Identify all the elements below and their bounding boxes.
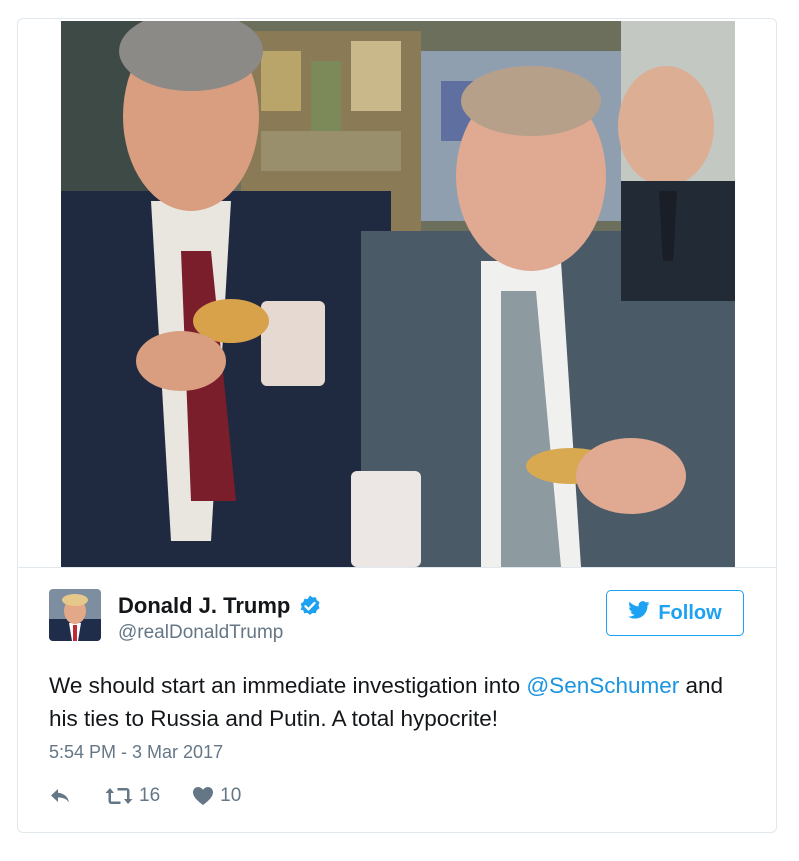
follow-label: Follow (658, 601, 722, 624)
tweet-actions: 16 10 (49, 785, 241, 807)
heart-icon (192, 786, 214, 806)
retweet-button[interactable]: 16 (105, 785, 160, 807)
tweet-text-part1: We should start an immediate investigati… (49, 673, 527, 698)
bird-icon (628, 601, 650, 625)
avatar[interactable] (49, 589, 101, 641)
photo-illustration (61, 21, 735, 567)
reply-icon (49, 787, 71, 805)
divider (18, 567, 776, 568)
embedded-tweet-card: Donald J. Trump @realDonaldTrump Follow … (17, 18, 777, 833)
tweet-photo[interactable] (61, 21, 735, 567)
author-handle[interactable]: @realDonaldTrump (118, 622, 283, 644)
retweet-count: 16 (139, 785, 161, 806)
timestamp[interactable]: 5:54 PM - 3 Mar 2017 (49, 742, 223, 763)
like-count: 10 (220, 785, 242, 806)
retweet-icon (105, 786, 133, 806)
reply-button[interactable] (49, 787, 71, 805)
tweet-text: We should start an immediate investigati… (49, 669, 749, 735)
author-name[interactable]: Donald J. Trump (118, 593, 290, 619)
like-button[interactable]: 10 (192, 785, 241, 807)
verified-badge-icon (298, 594, 322, 618)
follow-button[interactable]: Follow (606, 590, 744, 636)
author-name-row[interactable]: Donald J. Trump (118, 593, 322, 619)
mention-link[interactable]: @SenSchumer (526, 673, 679, 698)
